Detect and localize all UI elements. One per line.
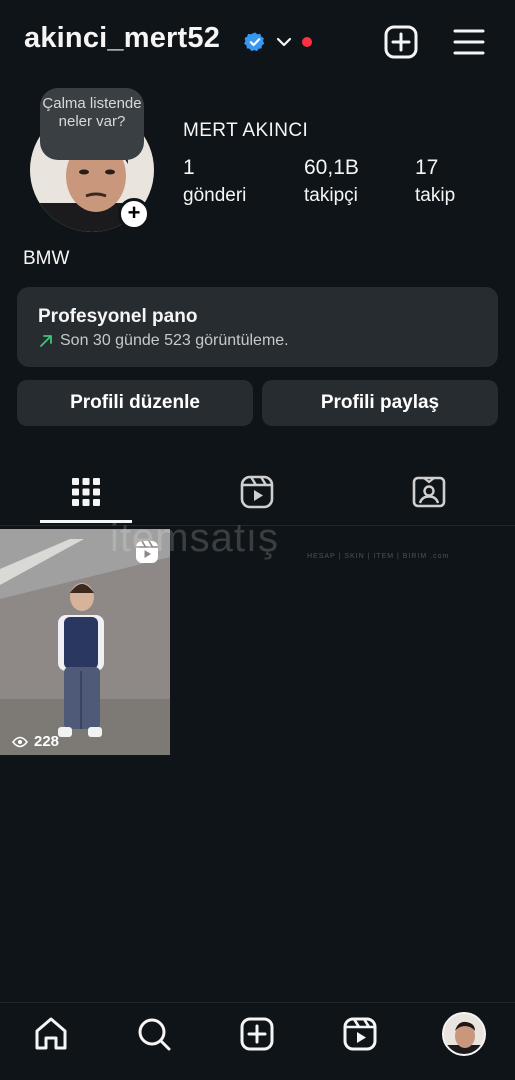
- following-count[interactable]: 17: [415, 156, 438, 180]
- tagged-icon[interactable]: [411, 474, 447, 510]
- add-story-icon[interactable]: +: [118, 198, 150, 230]
- verified-badge-icon: [244, 32, 265, 52]
- watermark: itemsatış: [110, 516, 280, 560]
- followers-count[interactable]: 60,1B: [304, 156, 359, 180]
- notification-dot: [302, 37, 312, 47]
- nav-avatar-photo: [444, 1014, 484, 1054]
- reels-tab-icon[interactable]: [239, 474, 275, 510]
- followers-label[interactable]: takipçi: [304, 185, 358, 207]
- dashboard-subtitle: Son 30 günde 523 görüntüleme.: [60, 332, 289, 349]
- posts-label: gönderi: [183, 185, 247, 206]
- views-eye-icon: [12, 736, 28, 748]
- profile-full-name: MERT AKINCI: [183, 120, 309, 141]
- reels-icon[interactable]: [341, 1015, 379, 1053]
- create-post-icon[interactable]: [383, 24, 419, 60]
- watermark-subtext: HESAP | SKIN | ITEM | BIRIM .com: [307, 553, 450, 560]
- create-icon[interactable]: [238, 1015, 276, 1053]
- chevron-down-icon[interactable]: [276, 34, 292, 50]
- search-icon[interactable]: [135, 1015, 173, 1053]
- posts-count: 1: [183, 156, 195, 179]
- profile-nav-avatar[interactable]: [442, 1012, 486, 1056]
- dashboard-title: Profesyonel pano: [38, 306, 198, 327]
- post-view-count: 228: [34, 733, 60, 750]
- following-label[interactable]: takip: [415, 185, 455, 207]
- grid-icon[interactable]: [68, 474, 104, 510]
- nav-divider: [0, 1002, 515, 1003]
- profile-bio: BMW: [23, 248, 70, 269]
- edit-profile-button[interactable]: Profili düzenle: [17, 380, 253, 426]
- home-icon[interactable]: [32, 1015, 70, 1053]
- note-bubble[interactable]: Çalma listende neler var?: [40, 88, 144, 160]
- profile-username[interactable]: akinci_mert52: [24, 22, 220, 55]
- share-profile-button[interactable]: Profili paylaş: [262, 380, 498, 426]
- trend-arrow-icon: [40, 335, 52, 347]
- menu-icon[interactable]: [451, 24, 487, 60]
